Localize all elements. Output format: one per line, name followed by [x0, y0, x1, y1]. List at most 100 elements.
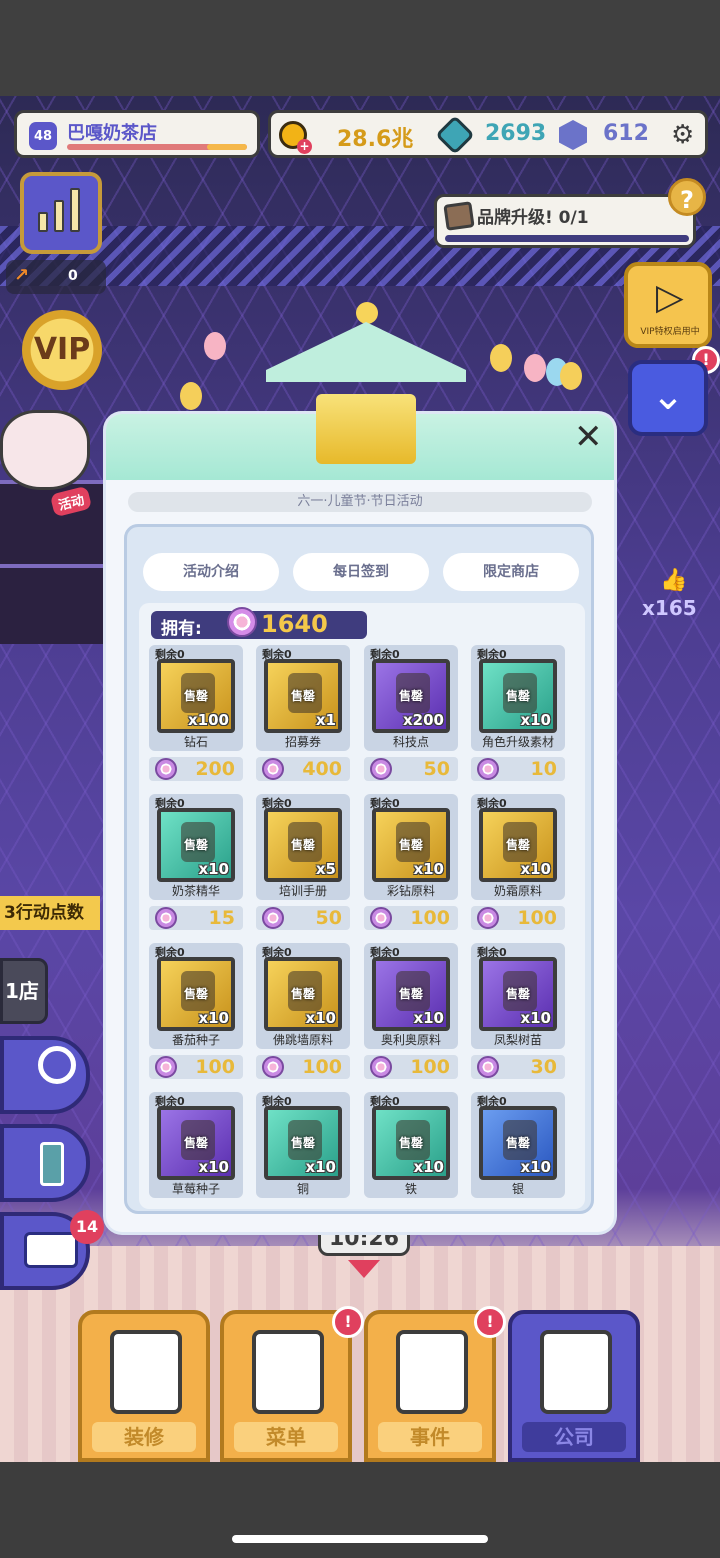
action-points-banner: 3行动点数	[0, 896, 100, 930]
shop-grid: 拥有: 1640 剩余0 售罄 x100 钻石 200 剩余0 售罄 x1 招募券 400 剩余0 售…	[139, 603, 585, 1209]
item-price[interactable]: 15	[149, 906, 243, 930]
tab-limited-shop[interactable]: 限定商店	[443, 553, 579, 591]
sold-out-label: 售罄	[183, 1136, 208, 1150]
nav-menu-label: 菜单	[234, 1422, 338, 1452]
item-price-value: 10	[530, 758, 557, 780]
shop-item-card[interactable]: 剩余0 售罄 x10 凤梨树苗 30	[471, 943, 565, 1081]
balloon-decoration	[204, 332, 226, 360]
home-indicator[interactable]	[232, 1535, 488, 1543]
lollipop-icon	[155, 758, 177, 780]
item-price[interactable]: 10	[471, 757, 565, 781]
arrow-down-icon	[348, 1260, 380, 1278]
nav-company[interactable]: 公司	[508, 1310, 640, 1462]
item-price-value: 100	[195, 1056, 235, 1078]
lollipop-icon	[262, 758, 284, 780]
shop-item-card[interactable]: 剩余0 售罄 x10 草莓种子	[149, 1092, 243, 1209]
close-icon[interactable]: ✕	[574, 420, 603, 454]
balloon-decoration	[524, 354, 546, 382]
item-price[interactable]: 30	[471, 1055, 565, 1079]
shop-item-card[interactable]: 剩余0 售罄 x10 奥利奥原料 100	[364, 943, 458, 1081]
store-switch-button[interactable]: 1店	[0, 958, 48, 1024]
item-frame: 售罄 x5	[264, 808, 342, 882]
item-quantity: x10	[520, 1009, 551, 1027]
item-price[interactable]: 400	[256, 757, 350, 781]
item-price-value: 50	[315, 907, 342, 929]
item-price[interactable]: 50	[364, 757, 458, 781]
vip-play-button[interactable]: ▷ VIP特权启用中	[624, 262, 712, 348]
item-frame: 售罄 x10	[264, 957, 342, 1031]
brand-upgrade-panel[interactable]: 品牌升级! 0/1	[434, 194, 696, 248]
item-name: 铜	[296, 1182, 309, 1196]
likes-counter[interactable]: 👍 x165	[628, 566, 708, 622]
item-price[interactable]: 200	[149, 757, 243, 781]
shop-item-card[interactable]: 剩余0 售罄 x10 角色升级素材 10	[471, 645, 565, 783]
item-name: 银	[511, 1182, 524, 1196]
sold-out-label: 售罄	[290, 987, 315, 1001]
shop-info-panel[interactable]: 48 巴嘎奶茶店	[14, 110, 260, 158]
shop-item-card[interactable]: 剩余0 售罄 x10 番茄种子 100	[149, 943, 243, 1081]
nav-menu[interactable]: 菜单	[220, 1310, 352, 1462]
shop-item-card[interactable]: 剩余0 售罄 x10 银	[471, 1092, 565, 1209]
item-price[interactable]: 100	[149, 1055, 243, 1079]
resources-panel: 28.6兆 2693 612 ⚙	[268, 110, 708, 158]
item-frame: 售罄 x100	[157, 659, 235, 733]
shop-item-card[interactable]: 剩余0 售罄 x5 培训手册 50	[256, 794, 350, 932]
trend-value: 0	[68, 268, 78, 284]
item-price[interactable]: 100	[256, 1055, 350, 1079]
sold-out-label: 售罄	[505, 838, 530, 852]
item-name: 奶茶精华	[171, 884, 220, 898]
shop-item-card[interactable]: 剩余0 售罄 x10 佛跳墙原料 100	[256, 943, 350, 1081]
activity-button[interactable]: 活动	[0, 410, 100, 520]
shop-item-card[interactable]: 剩余0 售罄 x200 科技点 50	[364, 645, 458, 783]
item-quantity: x5	[315, 860, 336, 878]
vip-badge[interactable]: VIP	[22, 310, 102, 390]
purple-gem-icon[interactable]	[559, 120, 587, 150]
item-quantity: x100	[188, 711, 229, 729]
register-icon	[24, 1232, 78, 1268]
nav-decorate[interactable]: 装修	[78, 1310, 210, 1462]
item-quantity: x10	[413, 1158, 444, 1176]
help-button[interactable]: ?	[668, 178, 706, 216]
shop-item-card[interactable]: 剩余0 售罄 x10 奶霜原料 100	[471, 794, 565, 932]
menu-doc-icon	[252, 1330, 324, 1414]
brand-icon	[443, 201, 475, 231]
gear-icon[interactable]: ⚙	[671, 121, 694, 149]
sold-out-label: 售罄	[398, 987, 423, 1001]
shop-item-card[interactable]: 剩余0 售罄 x100 钻石 200	[149, 645, 243, 783]
item-price[interactable]: 100	[364, 906, 458, 930]
item-price[interactable]: 100	[364, 1055, 458, 1079]
item-price-value: 100	[302, 1056, 342, 1078]
item-quantity: x10	[413, 1009, 444, 1027]
trend-indicator: ↗ 0	[6, 260, 106, 294]
item-name: 科技点	[392, 735, 429, 749]
item-quantity: x10	[305, 1009, 336, 1027]
coin-icon[interactable]	[279, 121, 312, 154]
owned-label: 拥有:	[161, 619, 202, 639]
notification-badge: 14	[70, 1210, 104, 1244]
item-name: 草莓种子	[171, 1182, 220, 1196]
item-frame: 售罄 x10	[372, 1106, 450, 1180]
item-quantity: x10	[413, 860, 444, 878]
teal-gem-icon[interactable]	[435, 115, 475, 155]
shop-item-card[interactable]: 剩余0 售罄 x10 铜	[256, 1092, 350, 1209]
shop-item-card[interactable]: 剩余0 售罄 x10 铁	[364, 1092, 458, 1209]
shop-item-card[interactable]: 剩余0 售罄 x10 奶茶精华 15	[149, 794, 243, 932]
purple-gem-value: 612	[603, 121, 649, 146]
sold-out-label: 售罄	[505, 1136, 530, 1150]
item-price[interactable]: 100	[471, 906, 565, 930]
shop-item-card[interactable]: 剩余0 售罄 x10 彩钻原料 100	[364, 794, 458, 932]
collapse-button[interactable]: ⌄	[628, 360, 708, 436]
item-name: 凤梨树苗	[493, 1033, 542, 1047]
shop-item-card[interactable]: 剩余0 售罄 x1 招募券 400	[256, 645, 350, 783]
lollipop-icon	[370, 1056, 392, 1078]
item-price[interactable]: 50	[256, 906, 350, 930]
cup-side-button[interactable]	[0, 1124, 90, 1202]
tab-event-intro[interactable]: 活动介绍	[143, 553, 279, 591]
item-quantity: x1	[315, 711, 336, 729]
nav-events[interactable]: 事件	[364, 1310, 496, 1462]
lollipop-icon	[155, 1056, 177, 1078]
stats-button[interactable]	[20, 172, 102, 254]
tab-daily-checkin[interactable]: 每日签到	[293, 553, 429, 591]
owned-value: 1640	[261, 610, 328, 638]
search-side-button[interactable]	[0, 1036, 90, 1114]
